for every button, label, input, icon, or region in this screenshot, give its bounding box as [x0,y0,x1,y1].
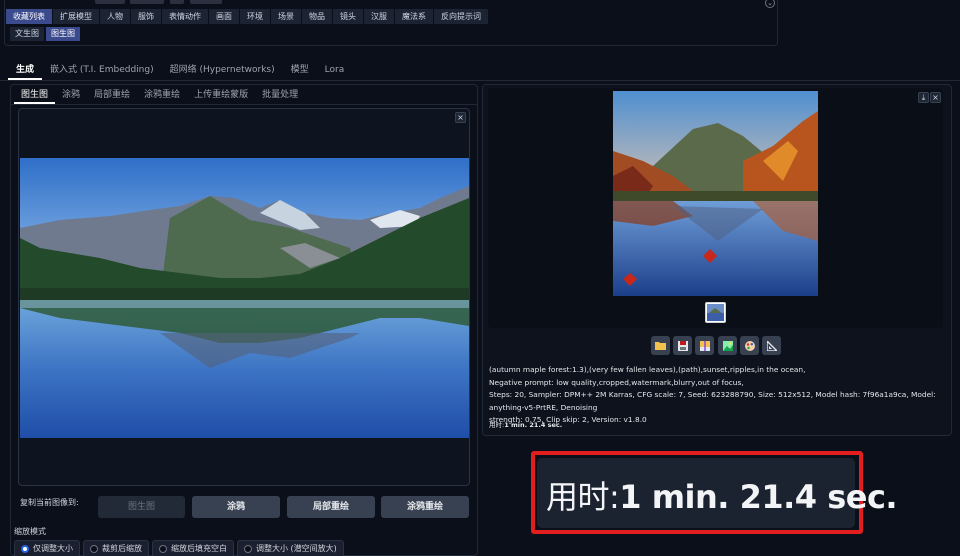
cat-tab-favorites[interactable]: 收藏列表 [6,9,53,24]
cat-tab-negative-prompt[interactable]: 反向提示词 [434,9,489,24]
download-icon[interactable]: ⤓ [918,92,929,103]
send-to-extras-button[interactable] [762,336,781,355]
zip-button[interactable] [695,336,714,355]
save-button[interactable] [673,336,692,355]
cat-tab-character[interactable]: 人物 [100,9,131,24]
tab-hypernetworks[interactable]: 超网络 (Hypernetworks) [162,62,283,80]
radio-unselected-icon [244,544,252,553]
tab-batch[interactable]: 批量处理 [255,88,305,104]
send-to-img2img-button[interactable] [718,336,737,355]
info-params: Steps: 20, Sampler: DPM++ 2M Karras, CFG… [489,390,936,412]
tab-generate[interactable]: 生成 [8,62,43,80]
send-to-inpaint-icon [744,340,755,351]
img-tab-divider [10,104,478,105]
main-tab-bar: 生成 嵌入式 (T.I. Embedding) 超网络 (Hypernetwor… [8,62,352,80]
radio-unselected-icon [159,544,167,553]
zoom-callout-time: 用时:1 min. 21.4 sec. [546,478,898,516]
resize-option-just-resize[interactable]: 仅调整大小 [14,540,80,556]
cat-tab-camera[interactable]: 镜头 [333,9,364,24]
cat-tab-extension-models[interactable]: 扩展模型 [53,9,100,24]
tab-models[interactable]: 模型 [283,62,317,80]
tab-embedding[interactable]: 嵌入式 (T.I. Embedding) [42,62,162,80]
img2img-mode-tabs: 图生图 涂鸦 局部重绘 涂鸦重绘 上传重绘蒙版 批量处理 [14,88,305,104]
send-to-img2img-icon [722,340,733,351]
cat-tab-clothing[interactable]: 服饰 [131,9,162,24]
cat-tab-hanfu[interactable]: 汉服 [364,9,395,24]
close-gallery-icon[interactable]: × [930,92,941,103]
save-icon [677,340,688,351]
open-folder-button[interactable] [651,336,670,355]
cat-tab-expression[interactable]: 表情动作 [162,9,209,24]
tab-inpaint-upload[interactable]: 上传重绘蒙版 [187,88,255,104]
cat-tab-environment[interactable]: 环境 [240,9,271,24]
cat-tab-magic[interactable]: 魔法系 [395,9,434,24]
favorites-sub-tabs: 文生图 图生图 [10,27,80,41]
cat-tab-objects[interactable]: 物品 [302,9,333,24]
main-tab-divider [0,80,960,81]
generation-info: (autumn maple forest:1.3),(very few fall… [489,364,944,427]
copy-to-label: 复制当前图像到: [20,498,79,507]
tab-inpaint-sketch[interactable]: 涂鸦重绘 [137,88,187,104]
cat-tab-setting[interactable]: 场景 [271,9,302,24]
folder-icon [655,342,666,350]
output-image-autumn-lake[interactable] [613,91,818,296]
radio-unselected-icon [90,544,98,553]
category-tab-bar: 收藏列表 扩展模型 人物 服饰 表情动作 画面 环境 场景 物品 镜头 汉服 魔… [6,9,489,24]
sub-tab-txt2img[interactable]: 文生图 [10,27,44,41]
resize-mode-label: 缩放模式 [14,527,46,536]
cat-tab-scene-view[interactable]: 画面 [209,9,240,24]
resize-option-fill[interactable]: 缩放后填充空白 [152,540,234,556]
send-to-extras-icon [766,340,777,351]
zip-icon [699,340,710,351]
info-prompt: (autumn maple forest:1.3),(very few fall… [489,365,806,374]
output-thumbnail[interactable] [705,302,726,323]
tab-img2img[interactable]: 图生图 [14,88,56,104]
copy-to-img2img-button[interactable]: 图生图 [98,496,185,518]
generation-time: 用时:1 min. 21.4 sec. [489,421,563,429]
copy-to-inpaint-button[interactable]: 局部重绘 [287,496,375,518]
resize-option-crop-resize[interactable]: 裁剪后缩放 [83,540,149,556]
copy-to-inpaint-sketch-button[interactable]: 涂鸦重绘 [381,496,469,518]
tab-sketch[interactable]: 涂鸦 [55,88,87,104]
tab-inpaint[interactable]: 局部重绘 [87,88,137,104]
radio-selected-icon [21,544,29,553]
tab-lora[interactable]: Lora [317,62,353,80]
resize-mode-radio-group: 仅调整大小 裁剪后缩放 缩放后填充空白 调整大小 (潜空间放大) [14,540,344,556]
input-image-lake-mountains [20,158,469,438]
clear-input-close-icon[interactable]: × [455,112,466,123]
sub-tab-img2img[interactable]: 图生图 [46,27,80,41]
copy-to-sketch-button[interactable]: 涂鸦 [192,496,280,518]
resize-option-latent-upscale[interactable]: 调整大小 (潜空间放大) [237,540,344,556]
send-to-inpaint-button[interactable] [740,336,759,355]
info-negative-prompt: Negative prompt: low quality,cropped,wat… [489,377,744,387]
